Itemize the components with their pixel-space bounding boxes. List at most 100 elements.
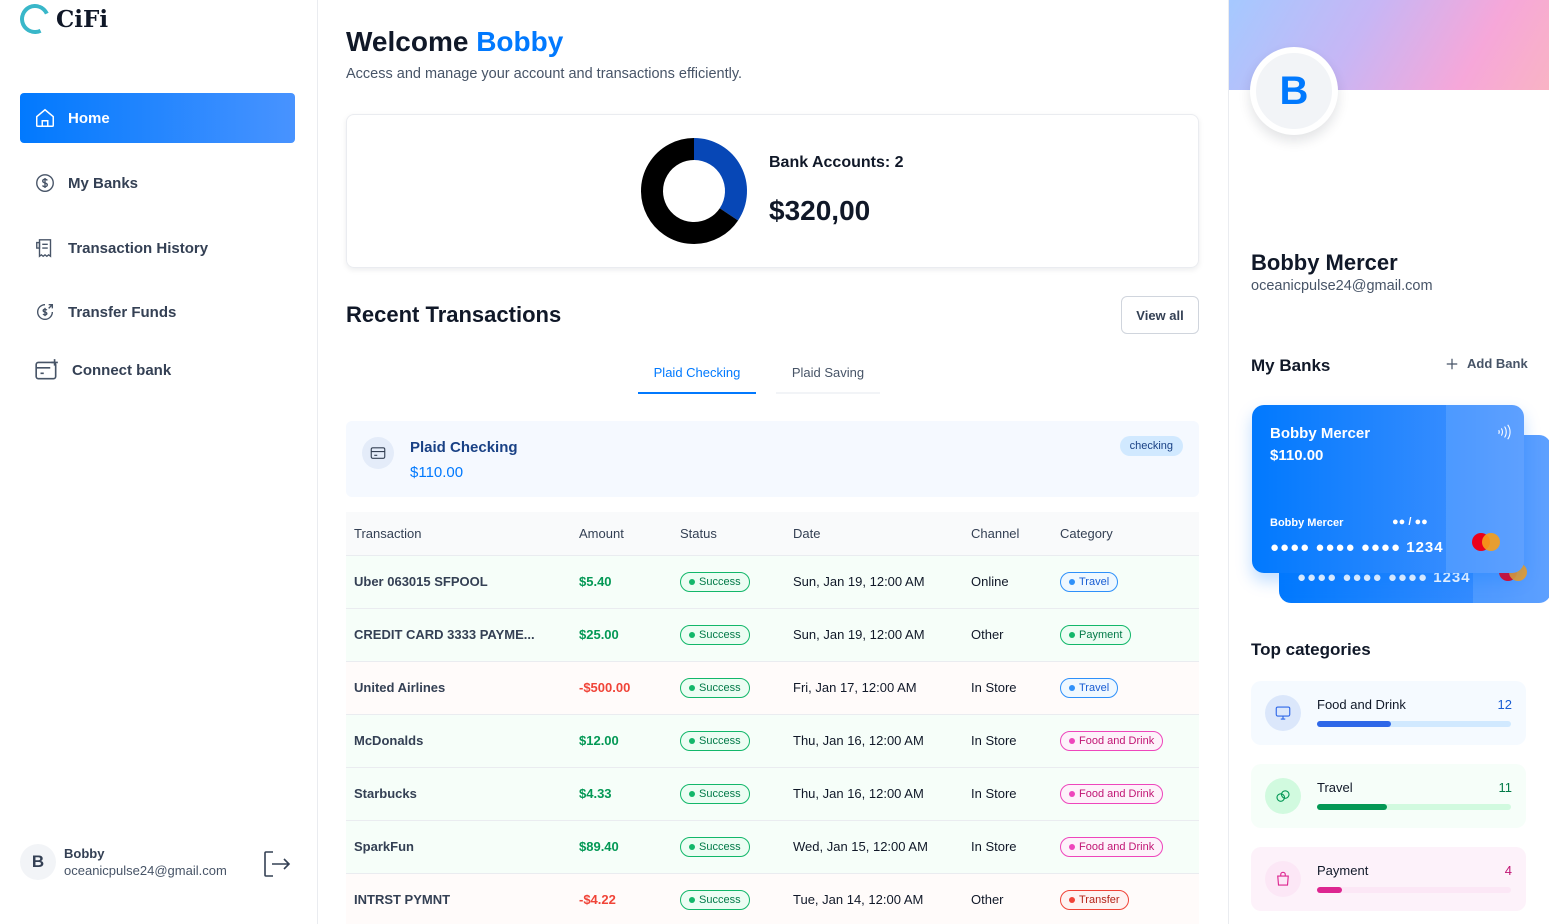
transactions-table: Transaction Amount Status Date Channel C… [346, 512, 1199, 924]
transaction-channel: Online [971, 574, 1009, 589]
card-balance: $110.00 [1270, 447, 1324, 464]
transaction-amount: $89.40 [579, 839, 619, 854]
category-progress [1317, 804, 1511, 810]
user-email: oceanicpulse24@gmail.com [64, 863, 227, 878]
total-balance: $320,00 [769, 195, 871, 226]
recent-transactions-title: Recent Transactions [346, 302, 562, 327]
category-badge: Payment [1060, 624, 1132, 645]
card-holder-name: Bobby Mercer [1270, 517, 1344, 529]
app-root: CiFi Home My Banks Transaction History T… [0, 0, 1549, 924]
table-row[interactable]: Starbucks $4.33 Success Thu, Jan 16, 12:00 … [346, 767, 1199, 820]
table-row[interactable]: SparkFun $89.40 Success Wed, Jan 15, 12:00 … [346, 820, 1199, 873]
user-first-name: Bobby [476, 26, 564, 57]
page-title: Welcome Bobby [346, 26, 563, 58]
bank-card-primary[interactable]: Bobby Mercer $110.00 Bobby Mercer ●● / ●… [1252, 405, 1524, 573]
tab-plaid-checking[interactable]: Plaid Checking [638, 355, 756, 394]
transaction-category: Travel [1052, 661, 1199, 714]
transaction-amount: -$4.22 [579, 892, 616, 908]
plus-icon [1446, 358, 1458, 369]
transaction-channel: In Store [971, 680, 1017, 695]
card-expiry: ●● / ●● [1392, 516, 1428, 528]
transaction-status: Success [672, 873, 785, 924]
transaction-date: Sun, Jan 19, 12:00 AM [793, 574, 925, 589]
category-progress-fill [1317, 804, 1387, 810]
table-row[interactable]: Uber 063015 SFPOOL $5.40 Success Sun, Jan 1… [346, 555, 1199, 608]
dollar-circle-icon [36, 174, 54, 192]
transaction-category: Transfer [1052, 873, 1199, 924]
home-icon [36, 108, 54, 127]
table-row[interactable]: McDonalds $12.00 Success Thu, Jan 16, 12:00… [346, 714, 1199, 767]
greeting: Welcome [346, 26, 469, 57]
transaction-date: Thu, Jan 16, 12:00 AM [793, 733, 924, 748]
receipt-icon [36, 239, 52, 258]
category-item[interactable]: Payment 4 [1251, 847, 1526, 911]
sidebar-item-my-banks[interactable]: My Banks [20, 158, 295, 208]
transaction-date: Wed, Jan 15, 12:00 AM [793, 839, 928, 854]
sidebar-item-label: Transaction History [68, 239, 209, 257]
transaction-category: Payment [1052, 608, 1199, 661]
column-header: Date [793, 525, 821, 541]
tab-plaid-saving[interactable]: Plaid Saving [776, 355, 880, 394]
avatar: B [20, 844, 56, 880]
category-count: 12 [1497, 697, 1512, 712]
transaction-amount: $12.00 [579, 733, 619, 748]
transaction-channel: Other [971, 892, 1004, 908]
shopping-bag-icon [1265, 861, 1301, 897]
transaction-name: Starbucks [354, 786, 417, 801]
status-badge: Success [680, 730, 750, 751]
column-header: Channel [971, 525, 1020, 541]
sidebar-item-home[interactable]: Home [20, 93, 295, 143]
add-bank-label: Add Bank [1467, 356, 1528, 371]
transaction-channel: In Store [971, 733, 1017, 748]
money-send-icon [37, 303, 54, 320]
table-row[interactable]: United Airlines -$500.00 Success Fri, Jan 1… [346, 661, 1199, 714]
page-subtitle: Access and manage your account and trans… [346, 66, 743, 82]
transaction-date: Sun, Jan 19, 12:00 AM [793, 627, 925, 642]
transaction-date: Tue, Jan 14, 12:00 AM [793, 892, 924, 908]
logo-icon [15, 0, 55, 39]
transaction-amount: $4.33 [579, 786, 612, 801]
column-header: Category [1060, 525, 1113, 541]
view-all-button[interactable]: View all [1121, 296, 1199, 334]
transaction-status: Success [672, 767, 785, 820]
account-type-badge: checking [1119, 436, 1183, 456]
transaction-channel: Other [971, 627, 1004, 642]
bank-card-icon [362, 437, 394, 469]
balance-donut-chart [641, 138, 747, 244]
column-header: Amount [579, 525, 624, 541]
sidebar-item-label: Connect bank [72, 361, 172, 379]
sidebar-item-connect-bank[interactable]: Connect bank [20, 345, 295, 395]
category-count: 4 [1504, 863, 1512, 878]
column-header: Status [680, 525, 717, 541]
transaction-amount: $25.00 [579, 627, 619, 642]
transaction-status: Success [672, 555, 785, 608]
table-header-row: Transaction Amount Status Date Channel C… [346, 512, 1199, 555]
transaction-status: Success [672, 714, 785, 767]
account-name: Plaid Checking [410, 439, 518, 456]
category-item[interactable]: Travel 11 [1251, 764, 1526, 828]
category-progress-fill [1317, 887, 1343, 893]
status-badge: Success [680, 624, 750, 645]
transaction-date: Thu, Jan 16, 12:00 AM [793, 786, 924, 801]
category-item[interactable]: Food and Drink 12 [1251, 681, 1526, 745]
category-badge: Transfer [1060, 889, 1129, 910]
sidebar: CiFi Home My Banks Transaction History T… [0, 0, 318, 924]
coins-icon [1265, 778, 1301, 814]
top-categories-title: Top categories [1251, 640, 1371, 659]
status-badge: Success [680, 783, 750, 804]
transaction-status: Success [672, 820, 785, 873]
profile-avatar: B [1250, 47, 1338, 135]
logout-icon[interactable] [260, 848, 292, 880]
transaction-channel: In Store [971, 786, 1017, 801]
sidebar-item-transaction-history[interactable]: Transaction History [20, 223, 295, 273]
user-name: Bobby [64, 846, 105, 861]
total-balance-box: Bank Accounts: 2 $320,00 [346, 114, 1199, 268]
sidebar-item-transfer-funds[interactable]: Transfer Funds [20, 287, 295, 337]
status-badge: Success [680, 677, 750, 698]
transaction-date: Fri, Jan 17, 12:00 AM [793, 680, 917, 695]
add-bank-button[interactable]: Add Bank [1445, 356, 1528, 371]
logo[interactable]: CiFi [15, 0, 108, 39]
table-row[interactable]: INTRST PYMNT -$4.22 Success Tue, Jan 14, 12… [346, 873, 1199, 924]
table-row[interactable]: CREDIT CARD 3333 PAYME... $25.00 Success Su… [346, 608, 1199, 661]
transaction-category: Travel [1052, 555, 1199, 608]
